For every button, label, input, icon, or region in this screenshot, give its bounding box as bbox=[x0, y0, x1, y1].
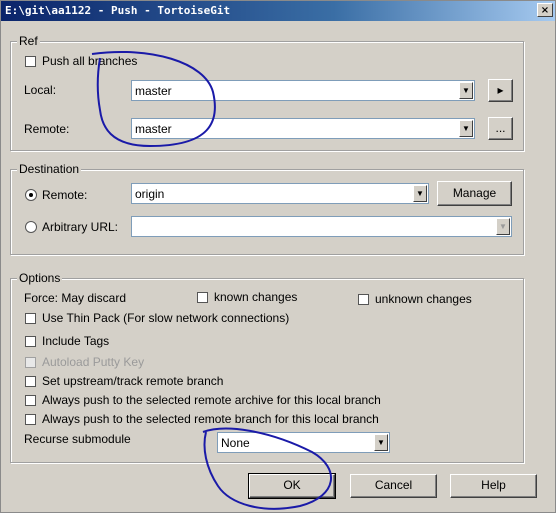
ref-group-legend: Ref bbox=[17, 34, 40, 48]
chevron-down-icon[interactable]: ▼ bbox=[413, 185, 427, 202]
recurse-submodule-value: None bbox=[221, 436, 250, 450]
ok-button[interactable]: OK bbox=[248, 473, 336, 499]
always-push-archive-checkbox[interactable] bbox=[25, 395, 36, 406]
manage-button-label: Manage bbox=[452, 186, 497, 200]
arbitrary-url-label: Arbitrary URL: bbox=[42, 220, 119, 234]
autoload-putty-checkbox[interactable] bbox=[25, 357, 36, 368]
thin-pack-label: Use Thin Pack (For slow network connecti… bbox=[42, 311, 290, 325]
set-upstream-checkbox[interactable] bbox=[25, 376, 36, 387]
options-group-legend: Options bbox=[17, 271, 63, 285]
cancel-button-label: Cancel bbox=[374, 478, 413, 492]
always-push-branch-label: Always push to the selected remote branc… bbox=[42, 412, 379, 426]
manage-button[interactable]: Manage bbox=[437, 181, 512, 206]
thin-pack-checkbox[interactable] bbox=[25, 313, 36, 324]
chevron-down-icon[interactable]: ▼ bbox=[459, 82, 473, 99]
destination-remote-label: Remote: bbox=[42, 188, 88, 202]
unknown-changes-checkbox[interactable] bbox=[358, 294, 369, 305]
remote-radio[interactable] bbox=[25, 189, 37, 201]
remote-branch-label: Remote: bbox=[24, 122, 70, 136]
arbitrary-url-radio[interactable] bbox=[25, 221, 37, 233]
arbitrary-url-combo[interactable]: ▼ bbox=[131, 216, 512, 237]
destination-group-legend: Destination bbox=[17, 162, 82, 176]
ok-button-label: OK bbox=[283, 478, 301, 492]
unknown-changes-label: unknown changes bbox=[375, 292, 472, 306]
help-button-label: Help bbox=[481, 478, 506, 492]
remote-branch-combo[interactable]: master ▼ bbox=[131, 118, 475, 139]
include-tags-checkbox[interactable] bbox=[25, 336, 36, 347]
close-icon[interactable]: × bbox=[537, 3, 553, 17]
destination-remote-value: origin bbox=[135, 187, 165, 201]
chevron-down-icon[interactable]: ▼ bbox=[496, 218, 510, 235]
recurse-submodule-combo[interactable]: None ▼ bbox=[217, 432, 390, 453]
known-changes-label: known changes bbox=[214, 290, 298, 304]
destination-remote-combo[interactable]: origin ▼ bbox=[131, 183, 429, 204]
known-changes-checkbox[interactable] bbox=[197, 292, 208, 303]
cancel-button[interactable]: Cancel bbox=[350, 474, 437, 498]
push-all-branches-checkbox[interactable] bbox=[25, 56, 36, 67]
recurse-submodule-label: Recurse submodule bbox=[24, 432, 131, 446]
title-bar[interactable]: E:\git\aa1122 - Push - TortoiseGit × bbox=[1, 1, 555, 21]
always-push-archive-label: Always push to the selected remote archi… bbox=[42, 393, 381, 407]
autoload-putty-label: Autoload Putty Key bbox=[42, 355, 145, 369]
local-branch-combo[interactable]: master ▼ bbox=[131, 80, 475, 101]
help-button[interactable]: Help bbox=[450, 474, 537, 498]
push-dialog: E:\git\aa1122 - Push - TortoiseGit × Ref… bbox=[0, 0, 556, 513]
ellipsis-icon: ... bbox=[495, 121, 506, 135]
local-branch-value: master bbox=[135, 84, 172, 98]
chevron-down-icon[interactable]: ▼ bbox=[459, 120, 473, 137]
set-upstream-label: Set upstream/track remote branch bbox=[42, 374, 224, 388]
push-all-branches-label: Push all branches bbox=[42, 54, 138, 68]
force-label: Force: May discard bbox=[24, 291, 127, 305]
local-label: Local: bbox=[24, 83, 57, 97]
always-push-branch-checkbox[interactable] bbox=[25, 414, 36, 425]
arrow-right-icon: ▸ bbox=[497, 83, 504, 97]
chevron-down-icon[interactable]: ▼ bbox=[374, 434, 388, 451]
window-title: E:\git\aa1122 - Push - TortoiseGit bbox=[5, 4, 231, 17]
local-branch-browse-button[interactable]: ▸ bbox=[488, 79, 513, 102]
remote-branch-browse-button[interactable]: ... bbox=[488, 117, 513, 140]
include-tags-label: Include Tags bbox=[42, 334, 110, 348]
remote-branch-value: master bbox=[135, 122, 172, 136]
